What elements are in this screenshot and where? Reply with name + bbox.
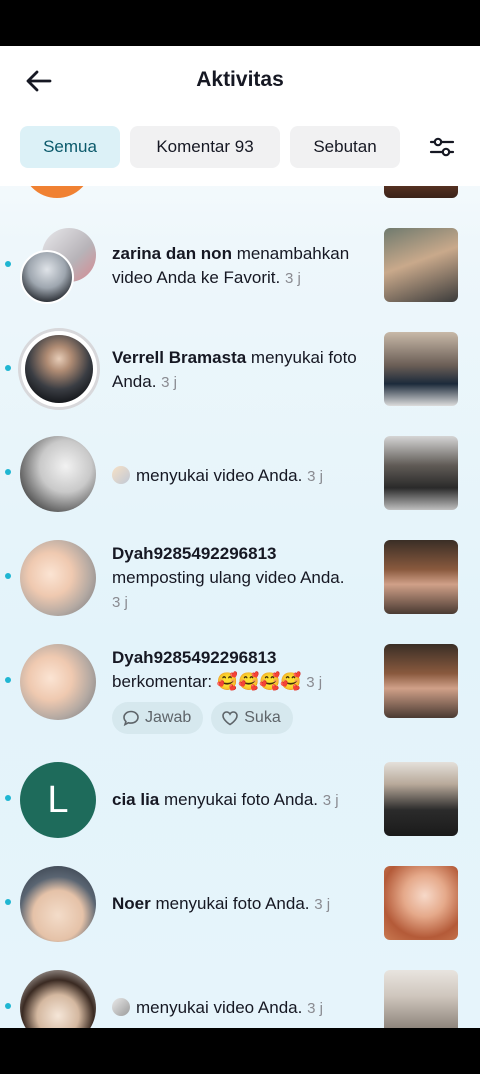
reply-label: Jawab (145, 709, 192, 726)
heart-icon (222, 711, 239, 726)
emoji-username-icon[interactable] (112, 998, 130, 1016)
activity-text[interactable]: Verrell Bramasta menyukai foto Anda. 3 j (112, 346, 374, 395)
timestamp: 3 j (307, 1000, 323, 1017)
activity-action: menyukai foto Anda. (159, 790, 319, 809)
unread-dot (5, 573, 11, 579)
username[interactable]: Noer (112, 894, 151, 913)
activity-action: menyukai foto Anda. (150, 894, 310, 913)
tab-semua[interactable]: Semua (20, 126, 120, 168)
activity-text[interactable]: Dyah9285492296813 memposting ulang video… (112, 542, 374, 615)
activity-text[interactable]: Dyah9285492296813 berkomentar: 🥰🥰🥰🥰 3 j (112, 646, 374, 695)
username[interactable]: cia lia (112, 790, 159, 809)
comment-actions: Jawab Suka (112, 702, 301, 734)
video-thumbnail[interactable] (384, 436, 458, 510)
like-button[interactable]: Suka (211, 702, 293, 734)
like-label: Suka (244, 709, 281, 726)
avatar[interactable] (20, 970, 96, 1028)
timestamp: 3 j (307, 468, 323, 485)
tab-sebutan[interactable]: Sebutan (290, 126, 400, 168)
avatar (20, 250, 74, 304)
avatar-with-story-ring[interactable] (18, 328, 100, 410)
video-thumbnail[interactable] (384, 970, 458, 1028)
comment-bubble-icon (123, 710, 139, 727)
avatar[interactable] (20, 540, 96, 616)
reply-button[interactable]: Jawab (112, 702, 204, 734)
activity-text[interactable]: cia lia menyukai foto Anda. 3 j (112, 788, 374, 813)
activity-action: menyukai video Anda. (136, 466, 303, 485)
unread-dot (5, 677, 11, 683)
filter-sliders-icon (429, 137, 455, 157)
top-nav: Aktivitas Semua Komentar 93 Sebutan (0, 46, 480, 186)
username[interactable]: Dyah9285492296813 (112, 648, 276, 667)
avatar[interactable] (20, 644, 96, 720)
timestamp: 3 j (112, 594, 128, 611)
activity-text[interactable]: menyukai video Anda. 3 j (112, 996, 374, 1021)
unread-dot (5, 899, 11, 905)
avatar-letter: L (47, 778, 69, 821)
photo-thumbnail[interactable] (384, 866, 458, 940)
photo-thumbnail[interactable] (384, 762, 458, 836)
activity-action: memposting ulang video Anda. (112, 568, 345, 587)
status-bar (0, 0, 480, 46)
unread-dot (5, 261, 11, 267)
video-thumbnail[interactable] (384, 228, 458, 302)
timestamp: 3 j (314, 896, 331, 913)
activity-text[interactable]: Noer menyukai foto Anda. 3 j (112, 892, 374, 917)
tab-bar: Semua Komentar 93 Sebutan (20, 126, 410, 168)
activity-action: menyukai video Anda. (136, 998, 303, 1017)
username[interactable]: zarina dan non (112, 244, 232, 263)
unread-dot (5, 795, 11, 801)
avatar[interactable] (20, 436, 96, 512)
filter-button[interactable] (424, 132, 460, 162)
page-title: Aktivitas (196, 68, 284, 91)
timestamp: 3 j (284, 270, 301, 287)
photo-thumbnail[interactable] (384, 332, 458, 406)
timestamp: 3 j (322, 792, 339, 809)
activity-list[interactable]: zarina dan non menambahkan video Anda ke… (0, 46, 480, 1028)
emoji-username-icon[interactable] (112, 466, 130, 484)
avatar-group[interactable] (20, 228, 98, 306)
system-navigation-bar (0, 1028, 480, 1074)
avatar[interactable]: L (20, 762, 96, 838)
video-thumbnail[interactable] (384, 644, 458, 718)
unread-dot (5, 1003, 11, 1009)
tab-komentar[interactable]: Komentar 93 (130, 126, 280, 168)
avatar[interactable] (20, 866, 96, 942)
unread-dot (5, 365, 11, 371)
activity-screen: zarina dan non menambahkan video Anda ke… (0, 46, 480, 1028)
username[interactable]: Verrell Bramasta (112, 348, 246, 367)
activity-text[interactable]: zarina dan non menambahkan video Anda ke… (112, 242, 374, 291)
unread-dot (5, 469, 11, 475)
avatar (25, 335, 93, 403)
username[interactable]: Dyah9285492296813 (112, 544, 276, 563)
activity-text[interactable]: menyukai video Anda. 3 j (112, 464, 374, 489)
timestamp: 3 j (306, 674, 323, 691)
timestamp: 3 j (161, 374, 178, 391)
video-thumbnail[interactable] (384, 540, 458, 614)
comment-text: berkomentar: 🥰🥰🥰🥰 (112, 672, 302, 691)
